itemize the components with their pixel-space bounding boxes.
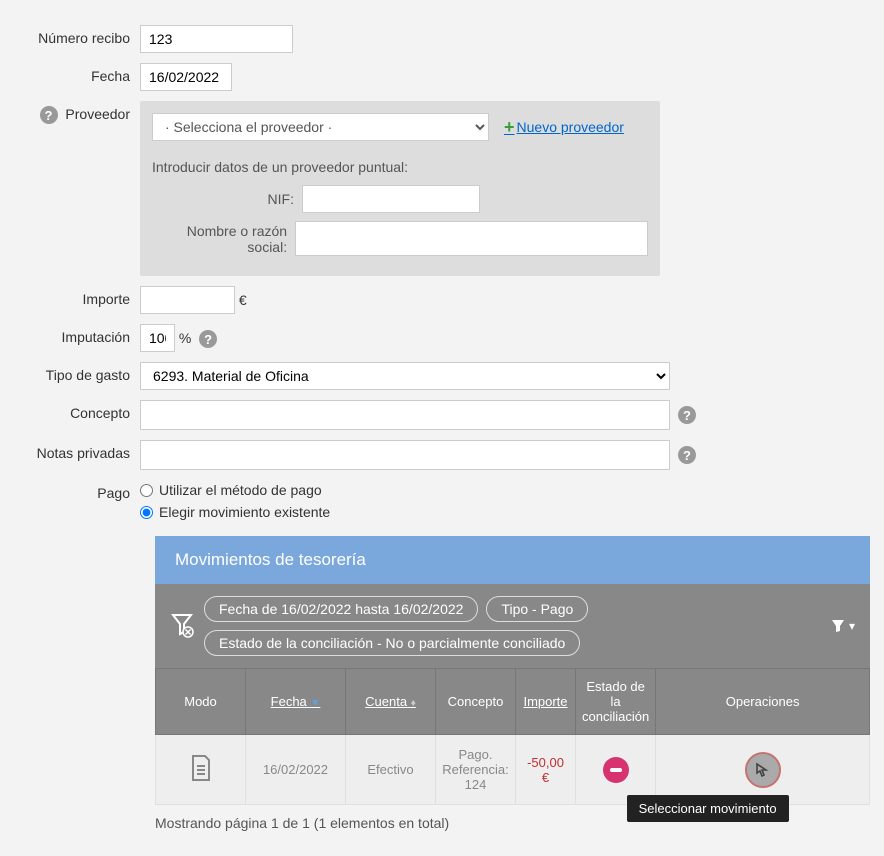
table-row: 16/02/2022 Efectivo Pago. Referencia: 12…: [156, 735, 870, 805]
date-input[interactable]: [140, 63, 232, 91]
amount-input[interactable]: [140, 286, 235, 314]
th-state: Estado de la conciliación: [576, 669, 656, 735]
new-provider-text: Nuevo proveedor: [517, 119, 624, 135]
razon-social-input[interactable]: [295, 221, 648, 256]
treasury-panel: Movimientos de tesorería Fecha de 16/02/…: [155, 536, 870, 805]
sort-desc-icon: ▼: [310, 698, 320, 709]
label-payment: Pago: [20, 480, 140, 501]
label-choose-existing: Elegir movimiento existente: [159, 504, 330, 520]
percent-symbol: %: [179, 330, 191, 346]
cell-concept: Pago. Referencia: 124: [436, 735, 516, 805]
label-expense-type: Tipo de gasto: [20, 362, 140, 383]
label-imputation: Imputación: [20, 324, 140, 345]
document-icon: [189, 754, 213, 785]
label-provider: Proveedor: [65, 106, 130, 122]
provider-box: · Selecciona el proveedor · + Nuevo prov…: [140, 101, 660, 276]
cell-account: Efectivo: [346, 735, 436, 805]
th-mode: Modo: [156, 669, 246, 735]
provider-hint: Introducir datos de un proveedor puntual…: [152, 159, 648, 175]
nif-input[interactable]: [302, 185, 480, 213]
help-icon[interactable]: ?: [678, 406, 696, 424]
th-amount[interactable]: Importe: [516, 669, 576, 735]
treasury-table: Modo Fecha ▼ Cuenta ♦ Concepto Importe E…: [155, 668, 870, 805]
th-operations: Operaciones: [656, 669, 870, 735]
label-nif: NIF:: [152, 191, 302, 207]
private-notes-input[interactable]: [140, 440, 670, 470]
filter-chip-date[interactable]: Fecha de 16/02/2022 hasta 16/02/2022: [204, 596, 478, 622]
sort-icon: ♦: [411, 698, 416, 709]
concept-input[interactable]: [140, 400, 670, 430]
label-date: Fecha: [20, 63, 140, 84]
treasury-title: Movimientos de tesorería: [155, 536, 870, 584]
receipt-number-input[interactable]: [140, 25, 293, 53]
th-account[interactable]: Cuenta ♦: [346, 669, 436, 735]
label-razon: Nombre o razón social:: [152, 223, 295, 255]
tooltip-select-movement: Seleccionar movimiento: [627, 795, 789, 822]
filter-chip-type[interactable]: Tipo - Pago: [486, 596, 588, 622]
filter-bar: Fecha de 16/02/2022 hasta 16/02/2022 Tip…: [155, 584, 870, 668]
cell-amount: -50,00 €: [516, 735, 576, 805]
th-concept: Concepto: [436, 669, 516, 735]
new-provider-link[interactable]: + Nuevo proveedor: [504, 117, 624, 138]
help-icon[interactable]: ?: [199, 330, 217, 348]
label-concept: Concepto: [20, 400, 140, 421]
label-amount: Importe: [20, 286, 140, 307]
expense-type-select[interactable]: 6293. Material de Oficina: [140, 362, 670, 390]
filter-clear-icon[interactable]: [170, 612, 194, 641]
radio-use-method[interactable]: [140, 484, 153, 497]
label-use-method: Utilizar el método de pago: [159, 482, 322, 498]
radio-choose-existing[interactable]: [140, 506, 153, 519]
help-icon[interactable]: ?: [678, 446, 696, 464]
filter-dropdown-icon[interactable]: ▾: [831, 619, 855, 633]
select-movement-button[interactable]: Seleccionar movimiento: [745, 752, 781, 788]
cell-operations: Seleccionar movimiento: [656, 735, 870, 805]
provider-select[interactable]: · Selecciona el proveedor ·: [152, 113, 489, 141]
th-date[interactable]: Fecha ▼: [246, 669, 346, 735]
cell-mode: [156, 735, 246, 805]
imputation-input[interactable]: [140, 324, 175, 352]
currency-symbol: €: [239, 292, 247, 308]
filter-chip-state[interactable]: Estado de la conciliación - No o parcial…: [204, 630, 580, 656]
label-receipt-number: Número recibo: [20, 25, 140, 46]
not-reconciled-icon: [603, 757, 629, 783]
plus-icon: +: [504, 117, 515, 138]
cell-date: 16/02/2022: [246, 735, 346, 805]
help-icon[interactable]: ?: [40, 106, 58, 124]
label-private-notes: Notas privadas: [20, 440, 140, 461]
